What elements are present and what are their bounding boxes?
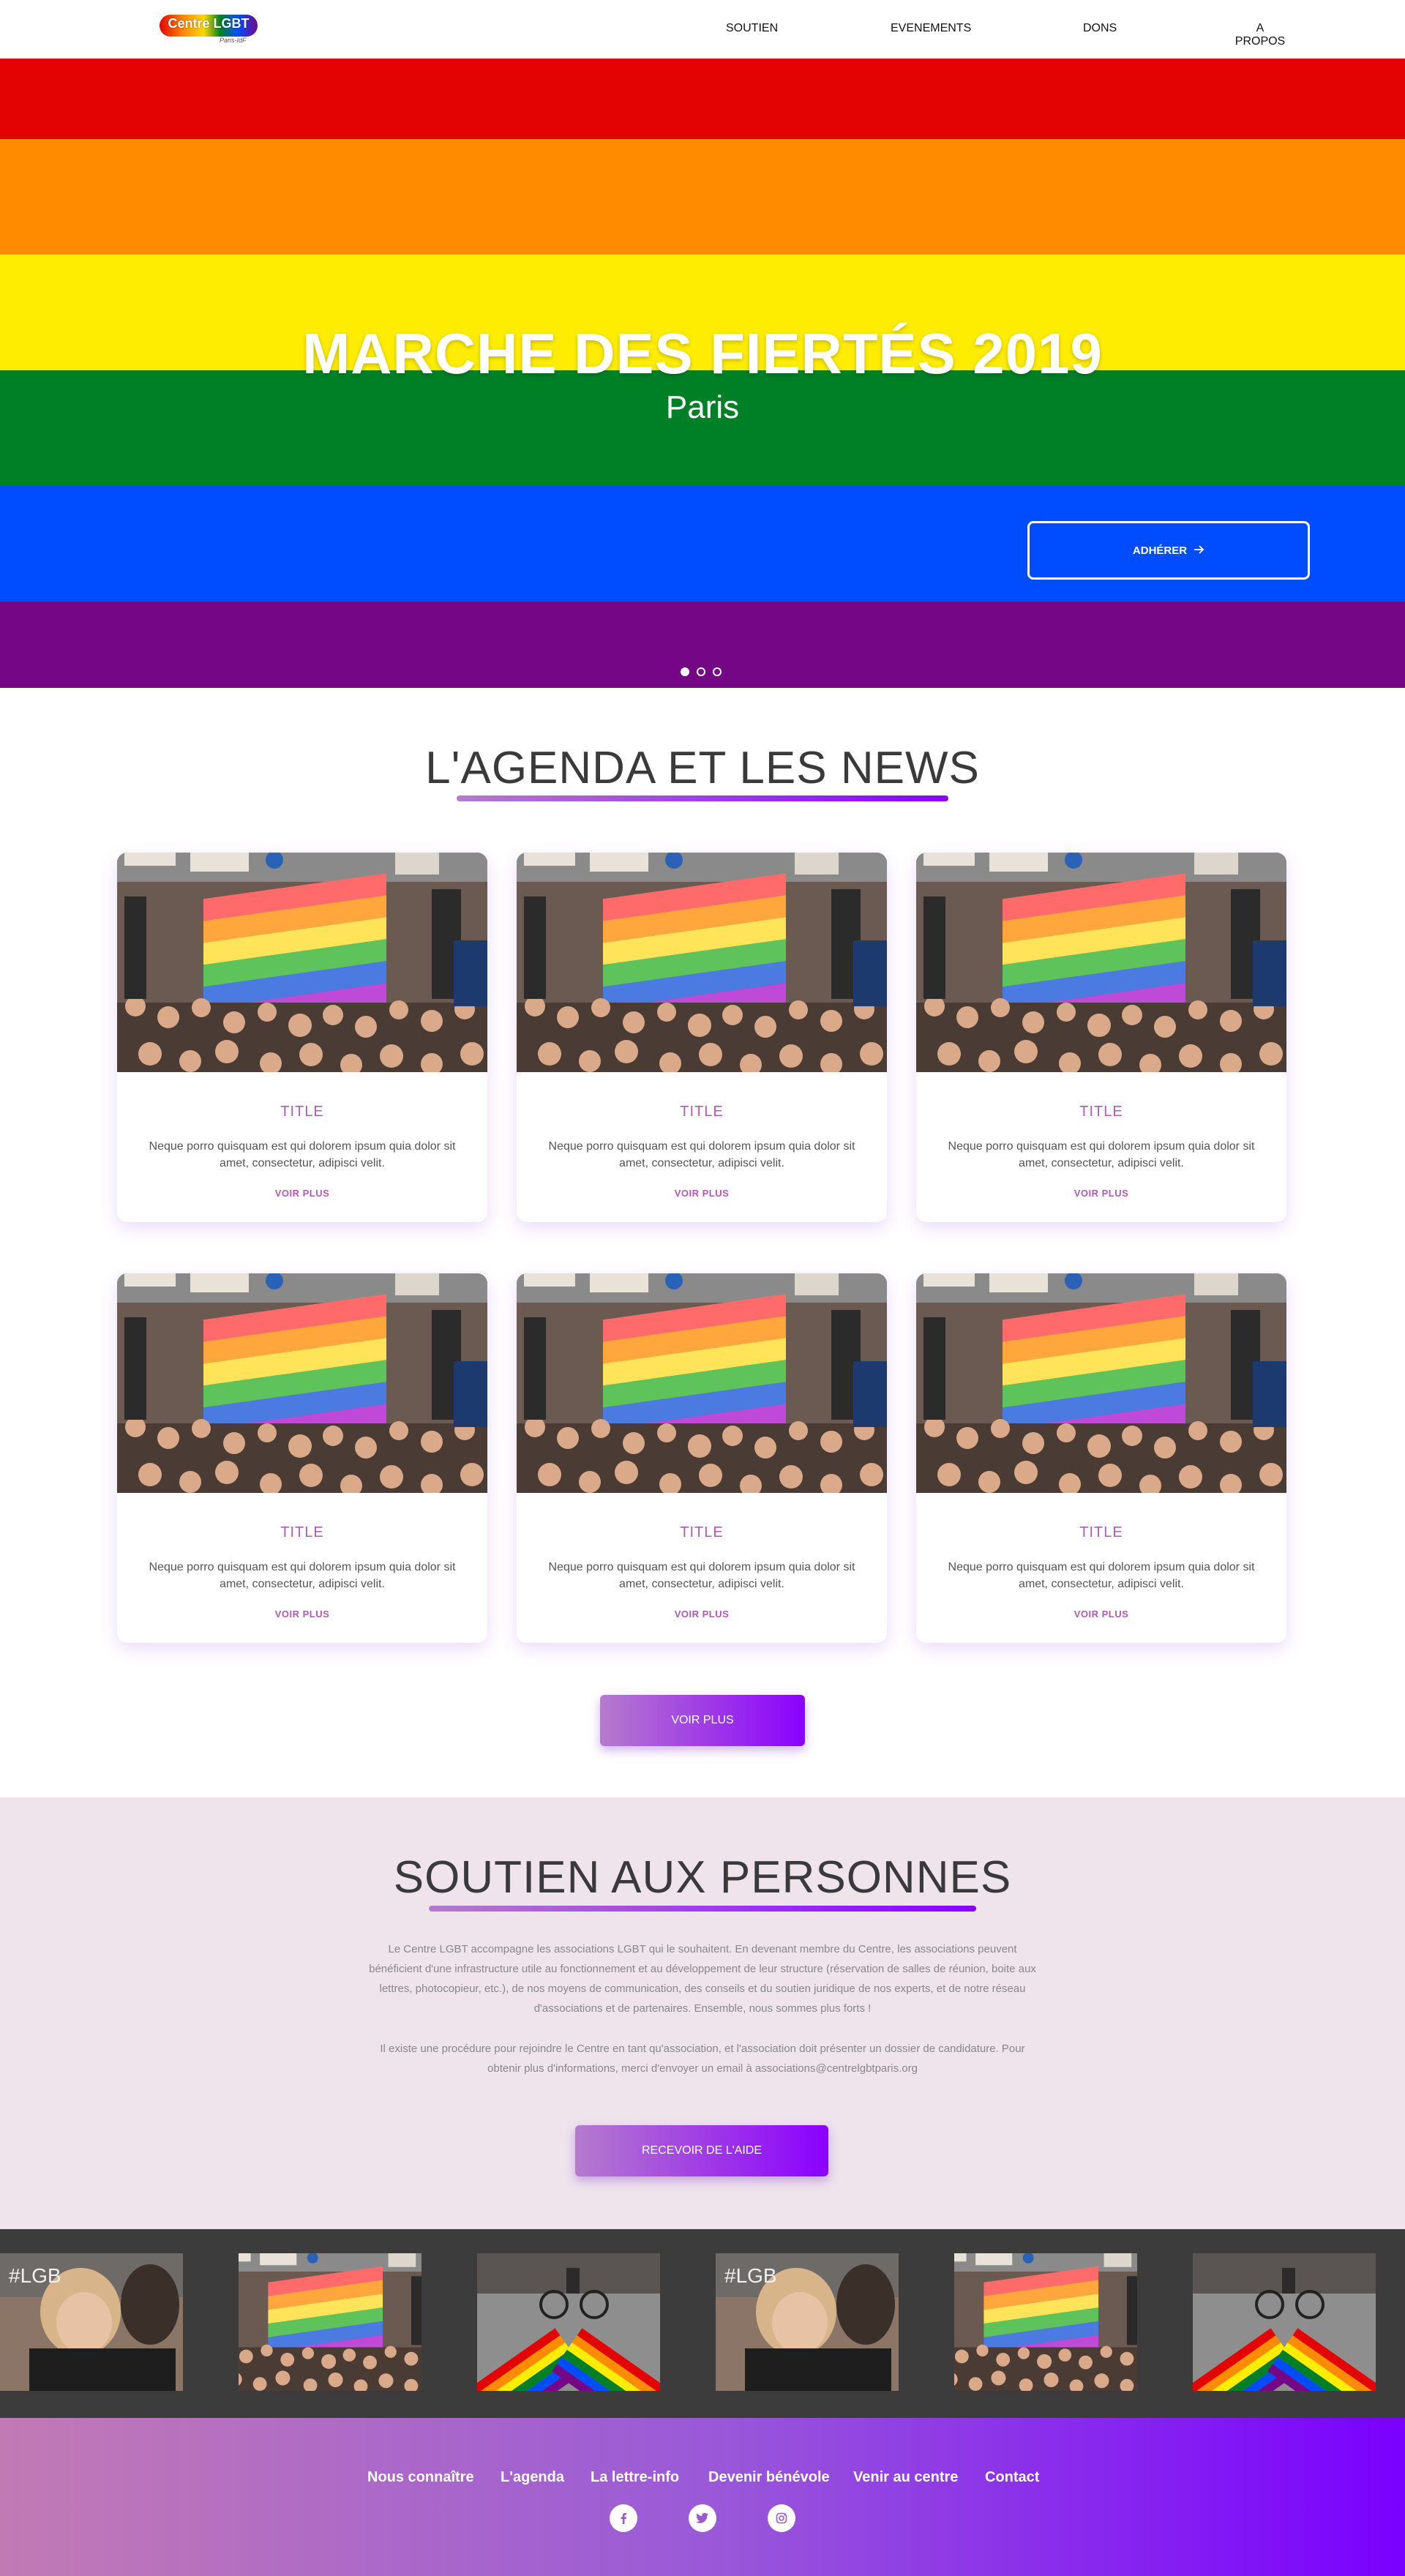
hero-stripe-green [0,370,1405,486]
photo-gallery [0,2229,1405,2418]
nav-item-soutien[interactable]: SOUTIEN [726,22,778,35]
carousel-dot-1[interactable] [681,667,689,676]
news-card-title: TITLE [1079,1104,1123,1120]
news-card[interactable]: TITLE Neque porro quisquam est qui dolore… [916,1273,1286,1643]
news-card-text: Neque porro quisquam est qui dolorem ips… [548,1561,855,1590]
news-card-text: Neque porro quisquam est qui dolorem ips… [149,1561,456,1590]
arrow-right-icon [1194,544,1204,557]
news-card-voir-plus-link[interactable]: VOIR PLUS [117,1609,487,1620]
hero-stripe-red [0,59,1405,139]
news-card-voir-plus-link[interactable]: VOIR PLUS [916,1609,1286,1620]
logo-text: Centre LGBT [168,16,250,31]
news-card-voir-plus-link[interactable]: VOIR PLUS [517,1188,887,1199]
carousel-dot-3[interactable] [713,667,722,676]
news-card[interactable]: TITLE Neque porro quisquam est qui dolore… [916,853,1286,1222]
news-card-title: TITLE [280,1104,324,1120]
nav-item-dons[interactable]: DONS [1083,22,1117,35]
agenda-voir-plus-button[interactable]: VOIR PLUS [600,1695,805,1746]
news-card-title: TITLE [280,1524,324,1540]
support-title: SOUTIEN AUX PERSONNES [393,1852,1012,1903]
support-section: SOUTIEN AUX PERSONNES Le Centre LGBT acc… [0,1797,1405,2229]
facebook-icon[interactable] [610,2504,637,2532]
navbar: Centre LGBT Paris-IdF SOUTIEN EVENEMENTS… [0,0,1405,59]
news-card[interactable]: TITLE Neque porro quisquam est qui dolore… [517,853,887,1222]
news-card-text: Neque porro quisquam est qui dolorem ips… [149,1140,456,1169]
gallery-photo-hug[interactable] [0,2253,183,2391]
instagram-icon[interactable] [768,2504,795,2532]
support-title-underline [429,1906,976,1912]
support-paragraph-2: Il existe une procédure pour rejoindre l… [380,2043,1025,2075]
news-card-image[interactable] [916,1273,1286,1493]
news-card-text: Neque porro quisquam est qui dolorem ips… [948,1561,1255,1590]
footer-link-devenir-benevole[interactable]: Devenir bénévole [708,2469,830,2486]
news-card-title: TITLE [680,1524,724,1540]
footer-link-lettre-info[interactable]: La lettre-info [591,2469,679,2486]
gallery-photo-flag[interactable] [954,2253,1137,2391]
news-card-image[interactable] [517,853,887,1072]
news-card-title: TITLE [680,1104,724,1120]
news-card-text: Neque porro quisquam est qui dolorem ips… [548,1140,855,1169]
news-card-image[interactable] [517,1273,887,1493]
footer-link-nous-connaitre[interactable]: Nous connaître [367,2469,474,2486]
footer: Nous connaître L'agenda La lettre-info D… [0,2418,1405,2576]
news-card[interactable]: TITLE Neque porro quisquam est qui dolore… [517,1273,887,1643]
footer-link-venir-au-centre[interactable]: Venir au centre [853,2469,958,2486]
hero-stripe-orange [0,139,1405,255]
gallery-photo-hug[interactable] [716,2253,899,2391]
footer-link-contact[interactable]: Contact [985,2469,1039,2486]
site-logo[interactable]: Centre LGBT Paris-IdF [160,12,259,45]
news-card-title: TITLE [1079,1524,1123,1540]
nav-item-a-propos[interactable]: A PROPOS [1232,22,1289,48]
gallery-photo-flag[interactable] [239,2253,422,2391]
recevoir-aide-button[interactable]: RECEVOIR DE L'AIDE [575,2125,828,2176]
carousel-dot-2[interactable] [697,667,705,676]
hero-carousel: MARCHE DES FIERTÉS 2019 Paris ADHÉRER [0,59,1405,688]
hero-title: MARCHE DES FIERTÉS 2019 [302,321,1103,386]
hero-subtitle: Paris [665,389,740,425]
support-paragraph-1: Le Centre LGBT accompagne les associatio… [369,1943,1036,2015]
agenda-title: L'AGENDA ET LES NEWS [425,743,980,793]
gallery-photo-crosswalk[interactable] [1193,2253,1376,2391]
news-card-image[interactable] [916,853,1286,1072]
adherer-button[interactable]: ADHÉRER [1027,521,1310,580]
news-card-voir-plus-link[interactable]: VOIR PLUS [117,1188,487,1199]
nav-item-evenements[interactable]: EVENEMENTS [891,22,971,35]
news-card-text: Neque porro quisquam est qui dolorem ips… [948,1140,1255,1169]
gallery-photo-crosswalk[interactable] [477,2253,660,2391]
agenda-title-underline [457,795,948,801]
footer-link-agenda[interactable]: L'agenda [501,2469,564,2486]
news-card[interactable]: TITLE Neque porro quisquam est qui dolore… [117,1273,487,1643]
news-card-image[interactable] [117,1273,487,1493]
news-card-voir-plus-link[interactable]: VOIR PLUS [916,1188,1286,1199]
news-card-voir-plus-link[interactable]: VOIR PLUS [517,1609,887,1620]
carousel-indicators [681,667,726,678]
news-card-image[interactable] [117,853,487,1072]
logo-subtext: Paris-IdF [220,37,247,44]
news-card[interactable]: TITLE Neque porro quisquam est qui dolore… [117,853,487,1222]
twitter-icon[interactable] [689,2504,716,2532]
adherer-button-label: ADHÉRER [1132,544,1188,557]
